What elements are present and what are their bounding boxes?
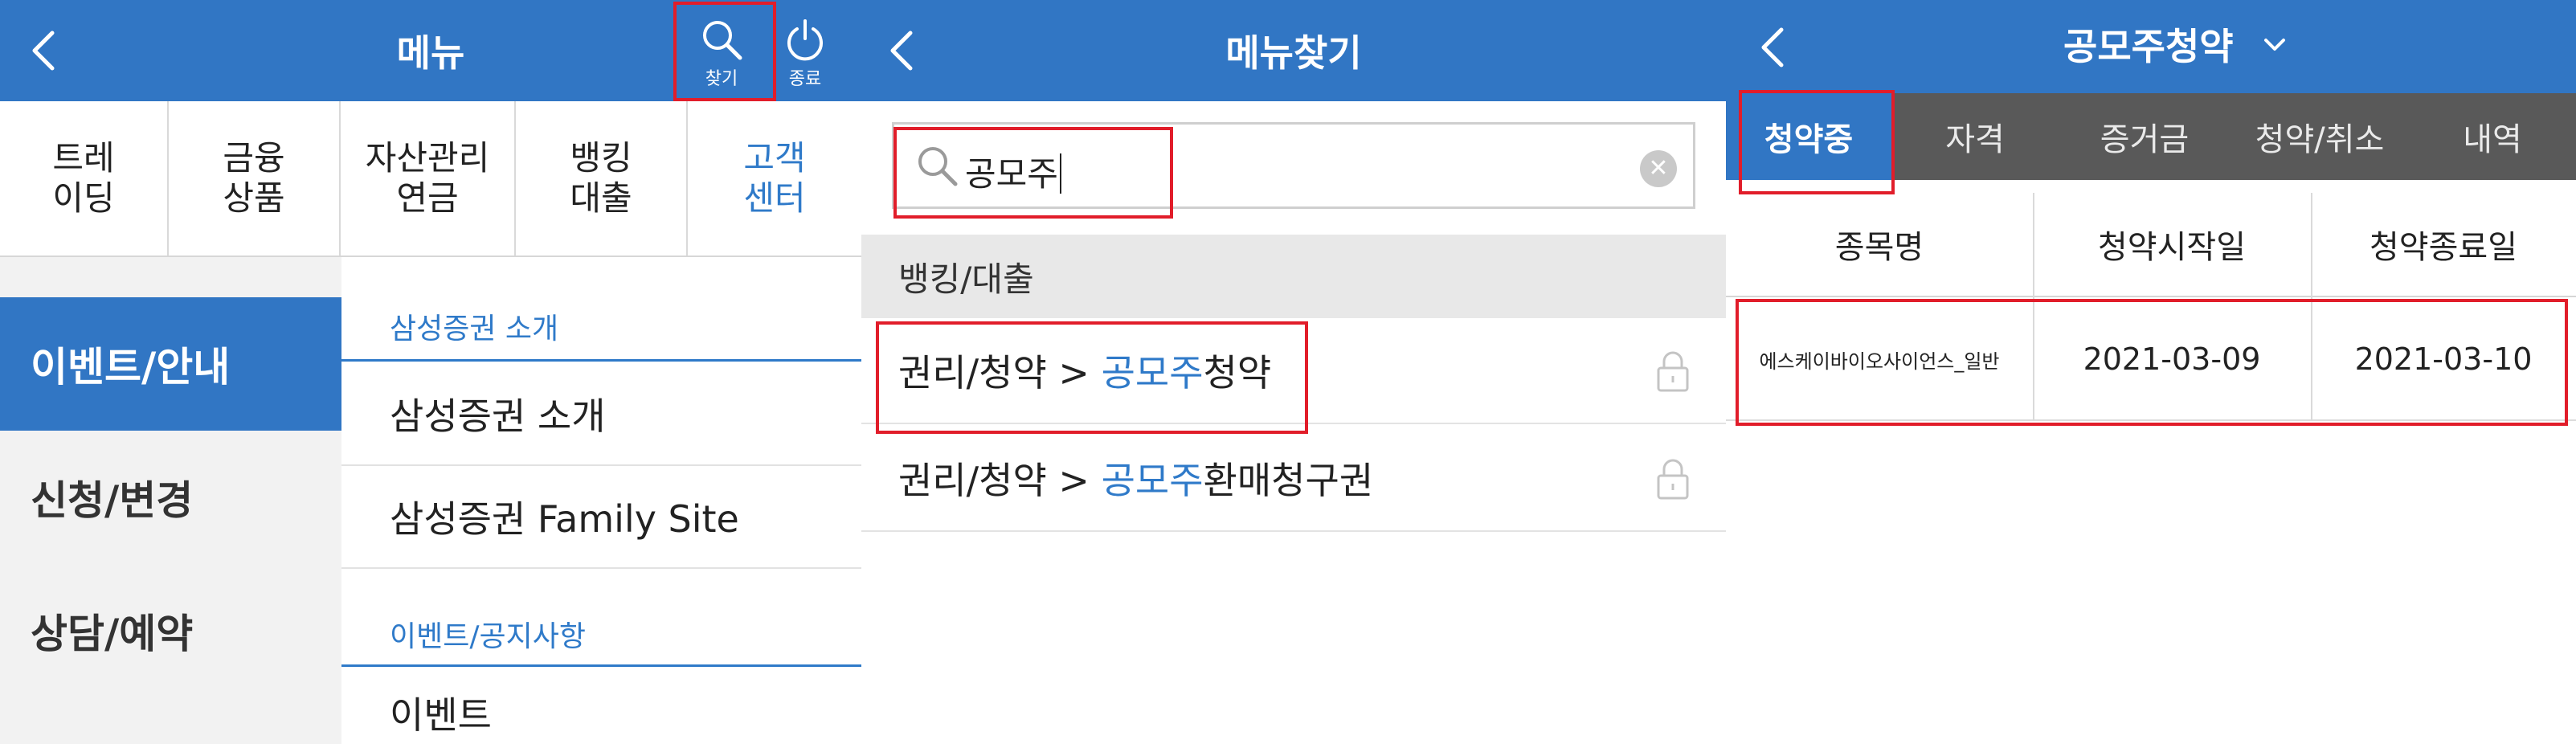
nav-item-consult[interactable]: 상담/예약 [0, 564, 341, 697]
column-header-end: 청약종료일 [2370, 229, 2517, 266]
result-suffix: 환매청구권 [1203, 459, 1374, 502]
tab-label: 트레 이딩 [52, 138, 115, 218]
menu-header: 메뉴 찾기 종료 [0, 0, 861, 101]
menu-search-panel: 메뉴찾기 공모주 ✕ 뱅킹/대출 권리/청약 > 공모주 청약 권리/청약 > 공… [861, 0, 1726, 744]
result-path: 권리/청약 > [898, 459, 1102, 502]
left-nav: 이벤트/안내 신청/변경 상담/예약 [0, 257, 341, 744]
power-icon [787, 19, 823, 61]
column-header-start: 청약시작일 [2098, 229, 2246, 266]
submenu-item[interactable]: 삼성증권 소개 [341, 363, 861, 466]
tab-asset-management[interactable]: 자산관리 연금 [341, 101, 516, 255]
submenu-item[interactable]: 이벤트 [341, 668, 861, 744]
category-tabs: 트레 이딩 금융 상품 자산관리 연금 뱅킹 대출 고객 센터 [0, 101, 861, 257]
tab-label: 자산관리 연금 [365, 138, 490, 218]
submenu-item[interactable]: 삼성증권 Family Site [341, 466, 861, 569]
clear-icon[interactable]: ✕ [1640, 150, 1677, 187]
nav-item-apply[interactable]: 신청/변경 [0, 431, 341, 564]
result-section-heading: 뱅킹/대출 [861, 235, 1726, 318]
tab-customer-center[interactable]: 고객 센터 [688, 101, 861, 255]
ipo-header: 공모주청약 [1726, 0, 2576, 93]
chevron-down-icon[interactable] [2263, 37, 2287, 53]
search-header: 메뉴찾기 [861, 0, 1726, 101]
ipo-subscription-panel: 공모주청약 청약중 자격 증거금 청약/취소 내역 종목명 청약시작일 청약종료… [1726, 0, 2576, 744]
tab-label: 고객 센터 [743, 138, 806, 218]
submenu: 삼성증권 소개 삼성증권 소개 삼성증권 Family Site 이벤트/공지사… [341, 257, 861, 744]
page-title: 메뉴찾기 [1225, 31, 1362, 75]
column-header-name: 종목명 [1834, 229, 1924, 266]
annotation-box [876, 321, 1308, 434]
search-result-item[interactable]: 권리/청약 > 공모주 환매청구권 [861, 426, 1726, 532]
tab-label: 금융 상품 [223, 138, 285, 218]
page-title[interactable]: 공모주청약 [2063, 0, 2256, 93]
tab-eligibility[interactable]: 자격 [1891, 93, 2059, 180]
table-header: 종목명 청약시작일 청약종료일 [1726, 193, 2576, 297]
submenu-section-heading: 이벤트/공지사항 [341, 603, 861, 667]
tab-history[interactable]: 내역 [2409, 93, 2576, 180]
tab-banking[interactable]: 뱅킹 대출 [516, 101, 688, 255]
tab-deposit[interactable]: 증거금 [2059, 93, 2230, 180]
tab-subscribe-cancel[interactable]: 청약/취소 [2230, 93, 2409, 180]
nav-item-events[interactable]: 이벤트/안내 [0, 297, 341, 431]
submenu-section-heading: 삼성증권 소개 [341, 305, 861, 362]
annotation-box [1736, 299, 2568, 426]
annotation-box [1739, 90, 1895, 194]
chevron-left-icon [1761, 27, 1784, 67]
lock-icon [1657, 351, 1689, 392]
result-match: 공모주 [1101, 459, 1204, 502]
annotation-box [673, 2, 776, 101]
tab-financial-products[interactable]: 금융 상품 [169, 101, 341, 255]
tab-trading[interactable]: 트레 이딩 [0, 101, 169, 255]
back-button[interactable] [1750, 21, 1795, 74]
annotation-box [893, 127, 1173, 219]
lock-icon [1657, 459, 1689, 500]
menu-panel: 메뉴 찾기 종료 트레 이딩 금융 상품 자산관리 연금 뱅킹 대출 고객 센터… [0, 0, 861, 744]
tab-label: 뱅킹 대출 [570, 138, 632, 218]
